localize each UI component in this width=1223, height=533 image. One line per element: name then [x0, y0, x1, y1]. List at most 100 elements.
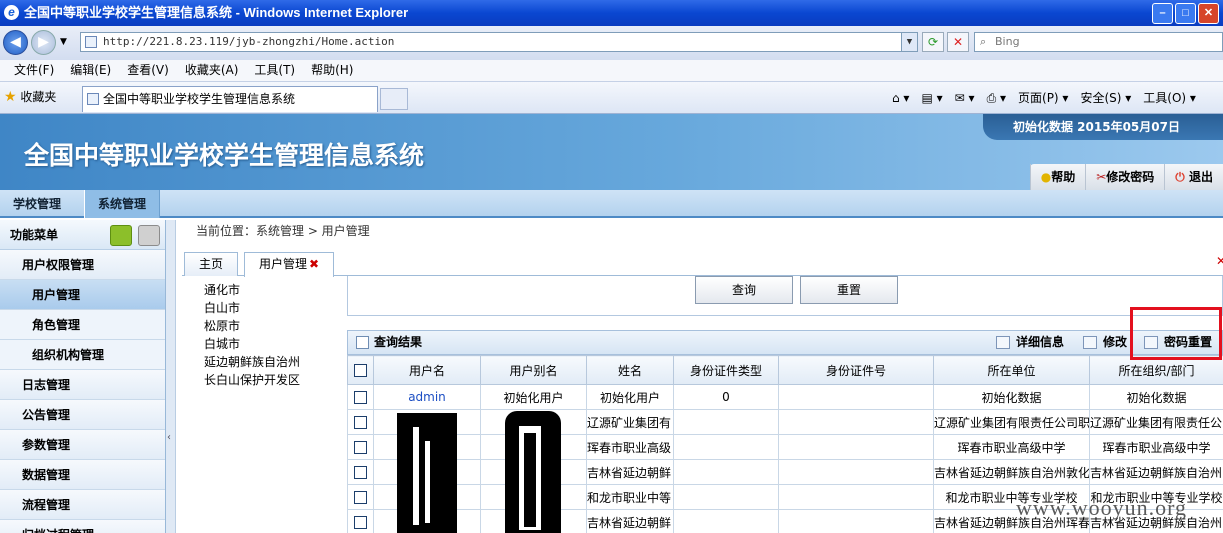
alias-cell: 初始化用户: [480, 384, 587, 410]
browser-tab[interactable]: 全国中等职业学校学生管理信息系统: [82, 86, 378, 112]
table-row[interactable]: 辽源矿业集团有 辽源矿业集团有限责任公司职 辽源矿业集团有限责任公: [347, 409, 1223, 435]
list-item[interactable]: 延边朝鲜族自治州: [204, 353, 344, 371]
row-select-cell: [347, 484, 374, 510]
column-header[interactable]: 身份证件号: [778, 355, 934, 385]
favorites-button[interactable]: ★ 收藏夹: [4, 88, 56, 105]
menu-file[interactable]: 文件(F): [6, 60, 62, 81]
change-password-button[interactable]: ✂修改密码: [1085, 164, 1164, 190]
idnum-cell: [778, 459, 934, 485]
row-checkbox[interactable]: [354, 441, 367, 454]
sidebar-item-user-permissions[interactable]: 用户权限管理: [0, 250, 165, 280]
search-input[interactable]: ⌕ Bing: [974, 32, 1223, 52]
new-tab-button[interactable]: [380, 88, 408, 110]
name-cell: 珲春市职业高级: [586, 434, 674, 460]
print-icon[interactable]: ⎙ ▾: [981, 88, 1012, 108]
back-button[interactable]: ◀: [3, 30, 28, 55]
safety-menu[interactable]: 安全(S) ▾: [1074, 88, 1137, 108]
command-bar: ⌂ ▾ ▤ ▾ ✉ ▾ ⎙ ▾ 页面(P) ▾ 安全(S) ▾ 工具(O) ▾: [886, 88, 1202, 108]
row-checkbox[interactable]: [354, 391, 367, 404]
close-icon[interactable]: ✕: [1216, 254, 1223, 268]
query-button[interactable]: 查询: [695, 276, 793, 304]
username-cell[interactable]: admin: [373, 384, 481, 410]
close-window-button[interactable]: ✕: [1198, 3, 1219, 24]
name-cell: 辽源矿业集团有: [586, 409, 674, 435]
column-header[interactable]: 用户名: [373, 355, 481, 385]
sidebar-collapse-handle[interactable]: ‹: [166, 220, 176, 533]
select-all-checkbox[interactable]: [354, 364, 367, 377]
refresh-icon[interactable]: ⟳: [922, 32, 944, 52]
results-title: 查询结果: [356, 331, 422, 354]
reset-button[interactable]: 重置: [800, 276, 898, 304]
tab-user-management[interactable]: 用户管理 ✖: [244, 252, 335, 277]
row-select-cell: [347, 459, 374, 485]
init-date: 初始化数据 2015年05月07日: [983, 114, 1223, 140]
row-select-cell: [347, 409, 374, 435]
help-button[interactable]: ●帮助: [1029, 164, 1086, 190]
row-checkbox[interactable]: [354, 516, 367, 529]
unit-cell: 珲春市职业高级中学: [933, 434, 1090, 460]
idnum-cell: [778, 484, 934, 510]
menu-edit[interactable]: 编辑(E): [62, 60, 119, 81]
logout-button[interactable]: ⏻ 退出: [1164, 164, 1223, 190]
edit-button[interactable]: 修改: [1083, 331, 1127, 354]
results-toolbar: 查询结果 详细信息 修改 密码重置: [347, 330, 1223, 355]
sidebar-item-role-management[interactable]: 角色管理: [0, 310, 165, 340]
sidebar-item-archive-management[interactable]: 归档过程管理: [0, 520, 165, 533]
forward-button[interactable]: ▶: [31, 30, 56, 55]
tab-home[interactable]: 主页: [184, 252, 239, 276]
tools-menu[interactable]: 工具(O) ▾: [1137, 88, 1202, 108]
address-dropdown-icon[interactable]: ▼: [901, 33, 917, 51]
list-item[interactable]: 白城市: [204, 335, 344, 353]
menu-tools[interactable]: 工具(T): [246, 60, 303, 81]
sidebar-item-log-management[interactable]: 日志管理: [0, 370, 165, 400]
list-item[interactable]: 长白山保护开发区: [204, 371, 344, 389]
column-header[interactable]: 所在单位: [933, 355, 1090, 385]
tab-system-management[interactable]: 系统管理: [84, 190, 161, 218]
window-title-bar: e 全国中等职业学校学生管理信息系统 - Windows Internet Ex…: [0, 0, 1223, 26]
home-icon[interactable]: ⌂ ▾: [886, 88, 915, 108]
mail-icon[interactable]: ✉ ▾: [949, 88, 981, 108]
detail-label: 详细信息: [1016, 335, 1065, 349]
list-icon[interactable]: [110, 225, 132, 246]
maximize-button[interactable]: □: [1175, 3, 1196, 24]
recent-pages-chevron-down-icon[interactable]: ▼: [60, 37, 67, 47]
row-checkbox[interactable]: [354, 466, 367, 479]
row-select-cell: [347, 384, 374, 410]
row-checkbox[interactable]: [354, 416, 367, 429]
tab-school-management[interactable]: 学校管理: [0, 190, 74, 218]
sidebar-item-param-management[interactable]: 参数管理: [0, 430, 165, 460]
detail-button[interactable]: 详细信息: [996, 331, 1064, 354]
menu-favorites[interactable]: 收藏夹(A): [177, 60, 247, 81]
menu-view[interactable]: 查看(V): [119, 60, 177, 81]
list-item[interactable]: 松原市: [204, 317, 344, 335]
list-item[interactable]: 通化市: [204, 281, 344, 299]
edit-label: 修改: [1103, 335, 1128, 349]
bulb-icon: ●: [1040, 170, 1052, 184]
column-header[interactable]: 姓名: [586, 355, 674, 385]
sidebar-item-notice-management[interactable]: 公告管理: [0, 400, 165, 430]
menu-help[interactable]: 帮助(H): [303, 60, 361, 81]
close-tab-icon[interactable]: ✖: [309, 257, 319, 271]
sidebar-item-flow-management[interactable]: 流程管理: [0, 490, 165, 520]
table-row[interactable]: 吉林省延边朝鲜 吉林省延边朝鲜族自治州敦化 吉林省延边朝鲜族自治州: [347, 459, 1223, 485]
table-header-row: 用户名 用户别名 姓名 身份证件类型 身份证件号 所在单位 所在组织/部门: [347, 355, 1223, 385]
watermark: www.wooyun.org: [1016, 495, 1188, 520]
table-row[interactable]: admin 初始化用户 初始化用户 0 初始化数据 初始化数据: [347, 384, 1223, 410]
minimize-button[interactable]: –: [1152, 3, 1173, 24]
feeds-icon[interactable]: ▤ ▾: [915, 88, 948, 108]
address-input[interactable]: http://221.8.23.119/jyb-zhongzhi/Home.ac…: [80, 32, 918, 52]
column-header[interactable]: 身份证件类型: [673, 355, 779, 385]
stop-icon[interactable]: ✕: [947, 32, 969, 52]
sidebar-item-data-management[interactable]: 数据管理: [0, 460, 165, 490]
sidebar-item-org-management[interactable]: 组织机构管理: [0, 340, 165, 370]
name-cell: 初始化用户: [586, 384, 674, 410]
pin-icon[interactable]: [138, 225, 160, 246]
list-item[interactable]: 白山市: [204, 299, 344, 317]
column-header[interactable]: 用户别名: [480, 355, 587, 385]
table-row[interactable]: 珲春市职业高级 珲春市职业高级中学 珲春市职业高级中学: [347, 434, 1223, 460]
row-checkbox[interactable]: [354, 491, 367, 504]
browser-tab-title: 全国中等职业学校学生管理信息系统: [103, 92, 296, 106]
page-menu[interactable]: 页面(P) ▾: [1012, 88, 1074, 108]
sidebar-item-user-management[interactable]: 用户管理: [0, 280, 165, 310]
change-password-label: 修改密码: [1106, 170, 1155, 184]
